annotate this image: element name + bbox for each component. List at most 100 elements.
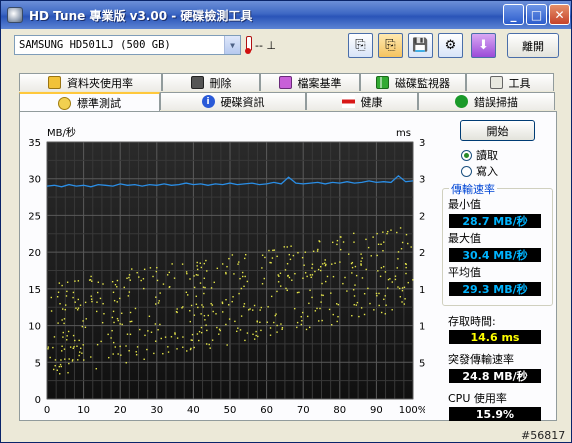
- access-time-point: [128, 276, 130, 279]
- copy-screenshot-button[interactable]: ⎘: [378, 33, 403, 58]
- options-button[interactable]: ⚙: [438, 33, 463, 58]
- access-time-point: [50, 310, 53, 312]
- access-time-point: [312, 250, 315, 252]
- access-time-point: [386, 287, 389, 289]
- access-time-point: [308, 326, 311, 329]
- access-time-point: [401, 301, 403, 303]
- access-time-point: [90, 298, 93, 300]
- access-time-point: [66, 281, 69, 283]
- tab-error-scan[interactable]: 錯誤掃描: [418, 92, 555, 110]
- access-time-point: [112, 310, 115, 313]
- access-time-point: [203, 262, 206, 265]
- access-time-point: [125, 362, 127, 364]
- access-time-point: [195, 295, 198, 298]
- access-time-point: [211, 304, 214, 306]
- access-time-point: [111, 280, 114, 283]
- access-time-point: [206, 329, 208, 332]
- access-time-point: [238, 292, 240, 295]
- access-time-point: [339, 261, 341, 263]
- access-time-point: [73, 346, 75, 348]
- read-radio[interactable]: 讀取: [461, 147, 498, 163]
- access-time-point: [239, 277, 241, 280]
- access-time-point: [369, 302, 371, 305]
- access-time-point: [363, 293, 366, 295]
- access-time-point: [264, 256, 266, 259]
- tab-erase[interactable]: 刪除: [162, 73, 260, 91]
- access-time-point: [59, 363, 62, 366]
- access-time-point: [162, 283, 165, 285]
- access-time-point: [305, 328, 308, 331]
- access-time-point: [83, 359, 85, 361]
- access-time-point: [303, 264, 305, 266]
- access-time-point: [281, 328, 283, 331]
- chevron-down-icon[interactable]: ▼: [224, 36, 240, 54]
- access-time-point: [126, 277, 128, 279]
- access-time-point: [358, 315, 360, 318]
- access-time-point: [401, 287, 404, 289]
- access-time-point: [330, 292, 332, 294]
- access-time-point: [156, 266, 158, 269]
- access-time-point: [398, 287, 401, 290]
- access-time-point: [239, 329, 242, 331]
- access-time-point: [119, 345, 121, 348]
- download-button[interactable]: ⬇: [471, 33, 496, 58]
- access-time-point: [72, 296, 74, 299]
- save-button[interactable]: 💾: [408, 33, 433, 58]
- tab-file-benchmark[interactable]: 檔案基準: [260, 73, 360, 91]
- magnifier-icon: [455, 95, 468, 108]
- access-time-point: [56, 369, 58, 371]
- access-time-point: [353, 241, 355, 243]
- access-time-point: [129, 311, 132, 314]
- access-time-point: [181, 307, 183, 309]
- close-button[interactable]: ✕: [549, 4, 570, 25]
- title-bar[interactable]: HD Tune 專業版 v3.00 - 硬碟檢測工具 _ □ ✕: [1, 1, 571, 29]
- access-time-point: [266, 321, 268, 323]
- access-time-point: [246, 332, 249, 334]
- tab-tools[interactable]: 工具: [466, 73, 554, 91]
- read-radio-dot[interactable]: [461, 149, 472, 161]
- exit-button[interactable]: 離開: [507, 33, 559, 58]
- tab-health[interactable]: 健康: [306, 92, 418, 110]
- access-time-point: [67, 372, 69, 374]
- watermark: #56817: [521, 429, 566, 442]
- tab-info[interactable]: i 硬碟資訊: [160, 92, 306, 110]
- minimize-button[interactable]: _: [503, 4, 524, 25]
- y-tick-label-left: 25: [28, 211, 41, 222]
- x-tick-label: 80: [333, 405, 346, 415]
- access-time-point: [322, 294, 324, 297]
- access-time-point: [380, 243, 382, 246]
- access-time-point: [116, 301, 118, 303]
- access-time-point: [205, 343, 208, 345]
- start-button[interactable]: 開始: [460, 120, 535, 141]
- maximize-button[interactable]: □: [526, 4, 547, 25]
- access-time-point: [142, 278, 145, 280]
- access-time-point: [100, 340, 102, 343]
- access-time-point: [321, 319, 323, 322]
- access-time-point: [245, 253, 247, 256]
- access-time-point: [176, 348, 178, 350]
- access-time-point: [316, 250, 319, 252]
- drive-select[interactable]: SAMSUNG HD501LJ (500 GB) ▼: [14, 35, 241, 55]
- access-time-point: [404, 298, 406, 300]
- write-radio-dot[interactable]: [461, 165, 472, 177]
- access-time-point: [390, 229, 392, 231]
- access-time-point: [202, 306, 204, 308]
- access-time-point: [225, 298, 227, 301]
- access-time-point: [205, 259, 207, 262]
- access-time-point: [377, 270, 379, 272]
- access-time-point: [405, 233, 408, 236]
- access-time-point: [269, 327, 272, 329]
- access-time-point: [301, 319, 303, 322]
- tab-benchmark[interactable]: 標準測試: [19, 92, 160, 112]
- tab-disk-monitor[interactable]: 磁碟監視器: [360, 73, 466, 91]
- access-time-point: [57, 291, 60, 293]
- access-time-point: [78, 354, 80, 357]
- x-tick-label: 50: [224, 405, 237, 415]
- access-time-point: [267, 306, 269, 308]
- access-time-point: [160, 337, 162, 340]
- write-radio[interactable]: 寫入: [461, 163, 498, 179]
- access-time-point: [407, 242, 409, 245]
- access-time-point: [90, 295, 92, 297]
- copy-text-button[interactable]: ⎘: [348, 33, 373, 58]
- tab-folder-usage[interactable]: 資料夾使用率: [19, 73, 162, 91]
